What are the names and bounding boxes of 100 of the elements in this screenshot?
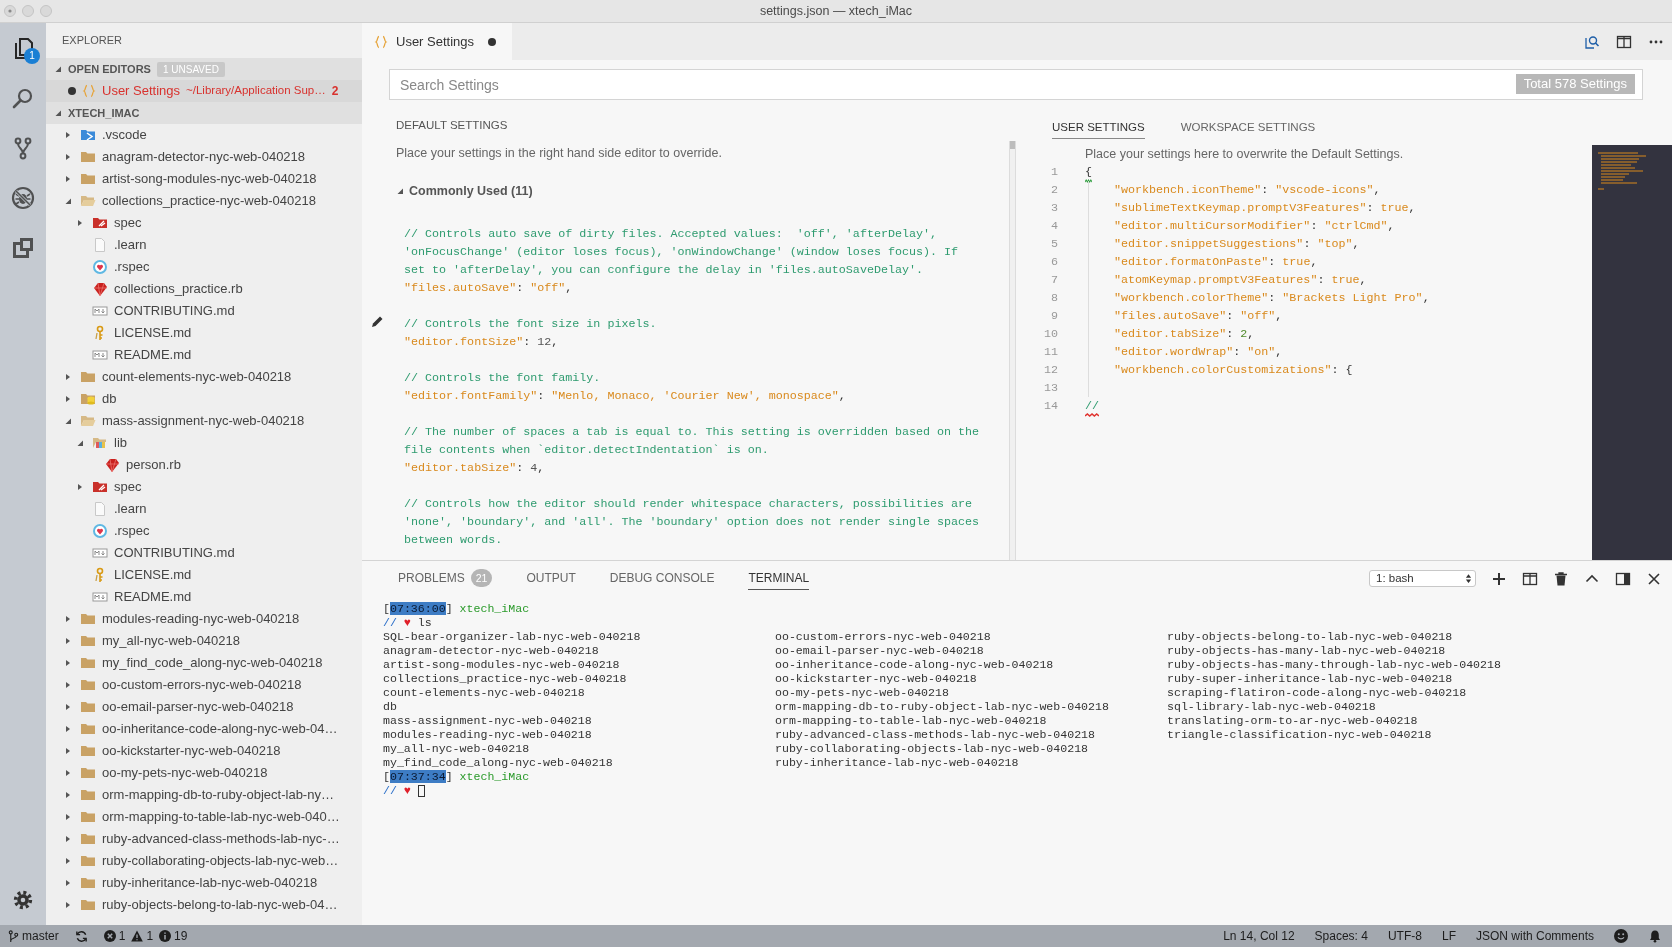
folder-item[interactable]: orm-mapping-db-to-ruby-object-lab-ny… xyxy=(46,784,362,806)
expand-arrow-icon[interactable] xyxy=(64,791,72,799)
expand-arrow-icon[interactable] xyxy=(64,879,72,887)
smiley-icon[interactable] xyxy=(1614,929,1628,943)
folder-item[interactable]: spec xyxy=(46,212,362,234)
expand-arrow-icon[interactable] xyxy=(76,483,84,491)
file-item[interactable]: .learn xyxy=(46,234,362,256)
folder-item[interactable]: orm-mapping-to-table-lab-nyc-web-040… xyxy=(46,806,362,828)
braces-icon xyxy=(374,34,388,49)
collapse-arrow-icon[interactable] xyxy=(64,197,72,205)
sync-icon[interactable] xyxy=(74,929,88,943)
split-editor-icon[interactable] xyxy=(1616,33,1632,50)
folder-item[interactable]: ruby-advanced-class-methods-lab-nyc-… xyxy=(46,828,362,850)
expand-arrow-icon[interactable] xyxy=(64,373,72,381)
expand-arrow-icon[interactable] xyxy=(64,153,72,161)
terminal-file-name: oo-kickstarter-nyc-web-040218 xyxy=(775,672,977,686)
settings-icon[interactable] xyxy=(12,889,34,911)
expand-arrow-icon[interactable] xyxy=(64,395,72,403)
terminal-file-name: oo-custom-errors-nyc-web-040218 xyxy=(775,630,991,644)
expand-arrow-icon[interactable] xyxy=(64,175,72,183)
folder-item[interactable]: modules-reading-nyc-web-040218 xyxy=(46,608,362,630)
panel-tab[interactable]: OUTPUT xyxy=(526,567,576,590)
file-item[interactable]: CONTRIBUTING.md xyxy=(46,300,362,322)
file-item[interactable]: person.rb xyxy=(46,454,362,476)
terminal-select[interactable]: 1: bash xyxy=(1369,570,1476,587)
maximize-panel-icon[interactable] xyxy=(1615,570,1631,587)
expand-arrow-icon[interactable] xyxy=(64,703,72,711)
status-item[interactable]: LF xyxy=(1441,927,1456,945)
expand-arrow-icon[interactable] xyxy=(64,813,72,821)
window-control-icon[interactable] xyxy=(4,5,16,17)
folder-item[interactable]: anagram-detector-nyc-web-040218 xyxy=(46,146,362,168)
file-item[interactable]: CONTRIBUTING.md xyxy=(46,542,362,564)
new-terminal-icon[interactable] xyxy=(1491,570,1507,587)
split-terminal-icon[interactable] xyxy=(1522,570,1538,587)
status-item[interactable]: Ln 14, Col 12 xyxy=(1223,927,1295,945)
folder-item[interactable]: my_find_code_along-nyc-web-040218 xyxy=(46,652,362,674)
open-settings-json-icon[interactable] xyxy=(1584,33,1600,50)
folder-item[interactable]: spec xyxy=(46,476,362,498)
expand-arrow-icon[interactable] xyxy=(64,769,72,777)
expand-arrow-icon[interactable] xyxy=(64,901,72,909)
expand-arrow-icon[interactable] xyxy=(64,725,72,733)
expand-arrow-icon[interactable] xyxy=(64,615,72,623)
folder-item[interactable]: .vscode xyxy=(46,124,362,146)
folder-item[interactable]: oo-inheritance-code-along-nyc-web-04… xyxy=(46,718,362,740)
status-item[interactable]: JSON with Comments xyxy=(1475,927,1594,945)
close-icon[interactable] xyxy=(1646,570,1662,587)
panel-tab[interactable]: TERMINAL xyxy=(748,567,810,590)
folder-item[interactable]: oo-kickstarter-nyc-web-040218 xyxy=(46,740,362,762)
collapse-arrow-icon[interactable] xyxy=(54,109,62,117)
folder-item[interactable]: my_all-nyc-web-040218 xyxy=(46,630,362,652)
folder-icon xyxy=(80,369,96,385)
panel-tab[interactable]: DEBUG CONSOLE xyxy=(609,567,715,590)
file-item[interactable]: .learn xyxy=(46,498,362,520)
file-item[interactable]: .rspec xyxy=(46,520,362,542)
expand-arrow-icon[interactable] xyxy=(64,637,72,645)
collapse-arrow-icon[interactable] xyxy=(76,439,84,447)
folder-item[interactable]: collections_practice-nyc-web-040218 xyxy=(46,190,362,212)
explorer-button[interactable]: 1 xyxy=(0,23,46,73)
expand-arrow-icon[interactable] xyxy=(76,219,84,227)
unsaved-dot-icon[interactable] xyxy=(488,37,497,46)
status-item[interactable]: Spaces: 4 xyxy=(1314,927,1368,945)
folder-item[interactable]: ruby-collaborating-objects-lab-nyc-web… xyxy=(46,850,362,872)
panel-tab[interactable]: PROBLEMS 21 xyxy=(398,567,493,590)
expand-arrow-icon[interactable] xyxy=(64,835,72,843)
expand-arrow-icon[interactable] xyxy=(64,131,72,139)
expand-arrow-icon[interactable] xyxy=(64,681,72,689)
editor-tab[interactable]: User Settings xyxy=(362,23,513,60)
expand-arrow-icon[interactable] xyxy=(64,857,72,865)
trash-icon[interactable] xyxy=(1553,570,1569,587)
folder-item[interactable]: ruby-inheritance-lab-nyc-web-040218 xyxy=(46,872,362,894)
branch-indicator[interactable]: master xyxy=(8,927,59,945)
folder-item[interactable]: ruby-objects-belong-to-lab-nyc-web-04… xyxy=(46,894,362,916)
section-header[interactable]: XTECH_IMAC xyxy=(46,102,362,124)
file-item[interactable]: .rspec xyxy=(46,256,362,278)
folder-item[interactable]: artist-song-modules-nyc-web-040218 xyxy=(46,168,362,190)
collapse-arrow-icon[interactable] xyxy=(64,417,72,425)
file-item[interactable]: README.md xyxy=(46,586,362,608)
folder-item[interactable]: db xyxy=(46,388,362,410)
folder-item[interactable]: oo-my-pets-nyc-web-040218 xyxy=(46,762,362,784)
file-item[interactable]: LICENSE.md xyxy=(46,322,362,344)
folder-item[interactable]: oo-custom-errors-nyc-web-040218 xyxy=(46,674,362,696)
file-item[interactable]: README.md xyxy=(46,344,362,366)
folder-item[interactable]: oo-email-parser-nyc-web-040218 xyxy=(46,696,362,718)
expand-arrow-icon[interactable] xyxy=(64,747,72,755)
file-icon xyxy=(104,457,120,473)
scrollbar[interactable] xyxy=(1009,141,1016,560)
collapse-arrow-icon[interactable] xyxy=(396,187,404,195)
file-item[interactable]: collections_practice.rb xyxy=(46,278,362,300)
bell-icon[interactable] xyxy=(1648,929,1662,943)
folder-item[interactable]: mass-assignment-nyc-web-040218 xyxy=(46,410,362,432)
problems-indicator[interactable]: 1 1 19 xyxy=(103,927,188,945)
status-item[interactable]: UTF-8 xyxy=(1387,927,1422,945)
file-item[interactable]: LICENSE.md xyxy=(46,564,362,586)
folder-item[interactable]: lib xyxy=(46,432,362,454)
settings-tab[interactable]: WORKSPACE SETTINGS xyxy=(1180,117,1316,139)
edit-icon[interactable] xyxy=(370,315,384,329)
settings-tab[interactable]: USER SETTINGS xyxy=(1052,117,1145,139)
folder-item[interactable]: count-elements-nyc-web-040218 xyxy=(46,366,362,388)
expand-arrow-icon[interactable] xyxy=(64,659,72,667)
collapse-arrow-icon[interactable] xyxy=(54,65,62,73)
